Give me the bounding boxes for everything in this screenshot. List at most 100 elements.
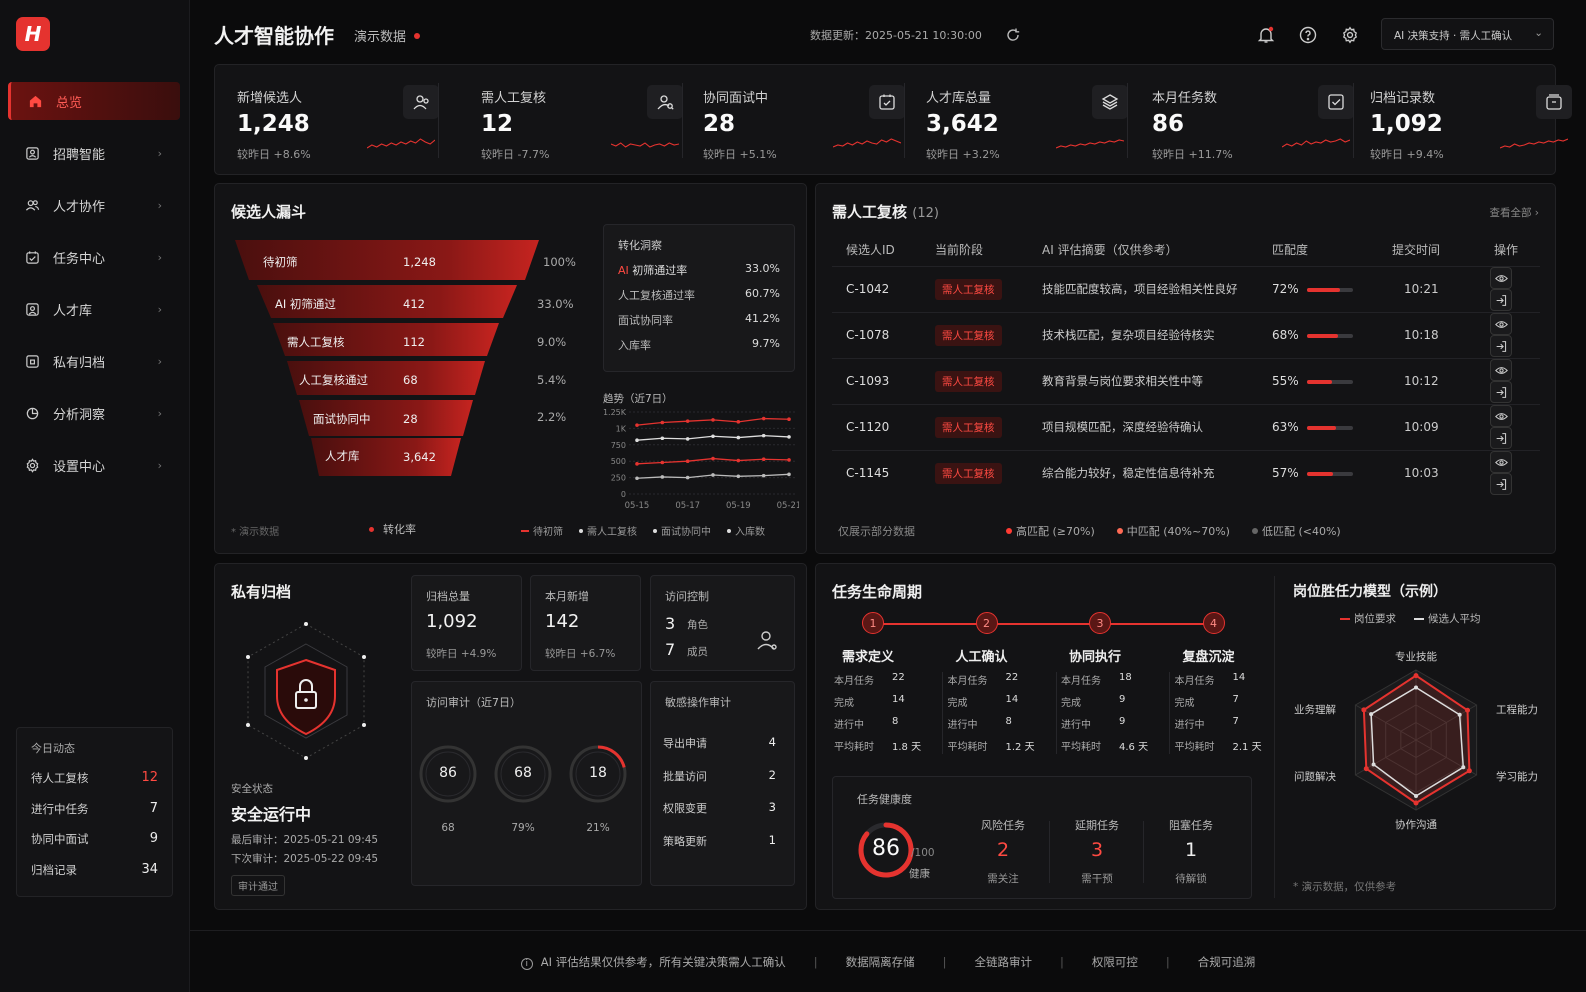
data-point bbox=[736, 458, 741, 463]
metric-label: 风险任务 bbox=[981, 819, 1025, 832]
eye-icon[interactable] bbox=[1490, 313, 1512, 335]
sensitive-op-label: 批量访问 bbox=[663, 769, 707, 783]
stage-stat-value: 9 bbox=[1119, 716, 1126, 727]
stage-stat-value: 2.1 天 bbox=[1232, 742, 1262, 753]
stage-stat-value: 14 bbox=[1005, 694, 1019, 705]
help-icon[interactable] bbox=[1297, 24, 1319, 46]
today-row-label: 待人工复核 bbox=[31, 771, 89, 785]
table-row[interactable]: C-1145 需人工复核 综合能力较好，稳定性信息待补充 57% 10:03 bbox=[832, 449, 1540, 496]
user-search-icon bbox=[647, 85, 683, 119]
kpi-change: 较昨日 +11.7% bbox=[1152, 148, 1233, 161]
kpi-card[interactable]: 本月任务数 86 较昨日 +11.7% bbox=[1130, 65, 1354, 176]
chevron-right-icon: › bbox=[157, 459, 162, 472]
access-control-card[interactable]: 访问控制 3 角色 7 成员 bbox=[650, 575, 795, 671]
column-header: 提交时间 bbox=[1392, 243, 1441, 258]
kpi-value: 28 bbox=[703, 111, 736, 137]
eye-icon[interactable] bbox=[1490, 359, 1512, 381]
sidebar-item-tasks[interactable]: 任务中心 › bbox=[8, 238, 180, 276]
actions-cell bbox=[1480, 311, 1540, 358]
sidebar-item-label: 总览 bbox=[56, 95, 83, 111]
archive-total-card: 归档总量 1,092 较昨日 +4.9% bbox=[411, 575, 522, 671]
kpi-card[interactable]: 需人工复核 12 较昨日 -7.7% bbox=[459, 65, 683, 176]
login-arrow-icon[interactable] bbox=[1490, 427, 1512, 449]
sidebar-item-talent-pool[interactable]: 人才库 › bbox=[8, 290, 180, 328]
candidate-id: C-1120 bbox=[832, 403, 935, 450]
table-row[interactable]: C-1078 需人工复核 技术栈匹配，复杂项目经验待核实 68% 10:18 bbox=[832, 311, 1540, 358]
sidebar-item-archive[interactable]: 私有归档 › bbox=[8, 342, 180, 380]
match-value: 57% bbox=[1272, 466, 1299, 481]
match-value: 63% bbox=[1272, 420, 1299, 434]
user-icon bbox=[757, 631, 777, 650]
actions-cell bbox=[1480, 403, 1540, 450]
data-point bbox=[711, 418, 715, 422]
refresh-icon[interactable] bbox=[1002, 24, 1024, 46]
chevron-right-icon: › bbox=[157, 147, 162, 160]
legend-swatch bbox=[521, 529, 529, 532]
today-row[interactable]: 归档记录 34 bbox=[31, 862, 158, 893]
mode-select[interactable]: AI 决策支持 · 需人工确认 ⌄ bbox=[1381, 18, 1554, 50]
stage-badge: 需人工复核 bbox=[935, 324, 1002, 346]
kpi-label: 本月任务数 bbox=[1152, 91, 1218, 106]
app-logo[interactable]: H bbox=[16, 17, 50, 51]
stage-stat-label: 本月任务 bbox=[947, 676, 988, 687]
funnel-stage-value: 112 bbox=[403, 335, 425, 349]
submit-time: 10:18 bbox=[1380, 311, 1480, 358]
today-row[interactable]: 待人工复核 12 bbox=[31, 770, 158, 801]
sidebar-item-talent-collab[interactable]: 人才协作 › bbox=[8, 186, 180, 224]
stage-stat-label: 完成 bbox=[947, 698, 968, 709]
lifecycle-panel: 任务生命周期 1 需求定义 本月任务 22 完成 14 进行中 8 平均耗时 1.8 天 2 人工确认… bbox=[815, 563, 1556, 910]
eye-icon[interactable] bbox=[1490, 405, 1512, 427]
stage-stat-value: 7 bbox=[1232, 716, 1239, 727]
sidebar-item-settings[interactable]: 设置中心 › bbox=[8, 446, 180, 484]
funnel-stage-pct: 2.2% bbox=[537, 410, 567, 424]
settings-gear-icon[interactable] bbox=[1339, 24, 1361, 46]
legend-label: 待初筛 bbox=[533, 527, 563, 538]
stage-divider bbox=[1055, 672, 1057, 754]
members-label: 成员 bbox=[687, 646, 708, 658]
kpi-label: 人才库总量 bbox=[926, 91, 992, 106]
archive-title: 私有归档 bbox=[231, 583, 292, 601]
today-row-value: 12 bbox=[141, 770, 158, 785]
login-arrow-icon[interactable] bbox=[1490, 473, 1512, 496]
stage-divider bbox=[942, 672, 943, 754]
stage-stat-value: 14 bbox=[1232, 672, 1246, 683]
sensitive-op-label: 权限变更 bbox=[663, 802, 707, 815]
today-row[interactable]: 进行中任务 7 bbox=[31, 801, 158, 832]
rate-legend-label: 转化率 bbox=[383, 523, 416, 536]
bell-icon[interactable] bbox=[1255, 24, 1277, 46]
submit-time: 10:21 bbox=[1380, 265, 1480, 312]
stage-stat-label: 本月任务 bbox=[1174, 676, 1215, 687]
login-arrow-icon[interactable] bbox=[1490, 335, 1512, 357]
kpi-sparkline bbox=[833, 138, 901, 148]
kpi-card[interactable]: 协同面试中 28 较昨日 +5.1% bbox=[681, 65, 905, 176]
eye-icon[interactable] bbox=[1490, 267, 1512, 289]
kpi-card[interactable]: 归档记录数 1,092 较昨日 +9.4% bbox=[1348, 65, 1572, 176]
security-shield-graphic bbox=[246, 622, 366, 760]
metric-value: 2 bbox=[996, 839, 1010, 861]
sidebar-item-overview[interactable]: 总览 bbox=[8, 82, 180, 120]
sidebar-item-insights[interactable]: 分析洞察 › bbox=[8, 394, 180, 432]
table-row[interactable]: C-1093 需人工复核 教育背景与岗位要求相关性中等 55% 10:12 bbox=[832, 357, 1540, 404]
today-row[interactable]: 协同中面试 9 bbox=[31, 831, 158, 862]
view-all-link[interactable]: 查看全部 › bbox=[1489, 205, 1539, 220]
stage-stat-label: 平均耗时 bbox=[834, 742, 874, 753]
ai-summary: 项目规模匹配，深度经验待确认 bbox=[1042, 403, 1272, 450]
eye-icon[interactable] bbox=[1490, 451, 1512, 474]
data-point bbox=[787, 435, 791, 439]
rate-legend: 转化率 bbox=[369, 521, 416, 537]
kpi-change: 较昨日 +3.2% bbox=[926, 148, 1000, 161]
kpi-card[interactable]: 新增候选人 1,248 较昨日 +8.6% bbox=[215, 65, 439, 176]
stage-name: 协同执行 bbox=[1069, 650, 1122, 665]
table-row[interactable]: C-1120 需人工复核 项目规模匹配，深度经验待确认 63% 10:09 bbox=[832, 403, 1540, 450]
match-bar bbox=[1306, 379, 1353, 384]
sensitive-op-value: 4 bbox=[768, 735, 776, 749]
table-row[interactable]: C-1042 需人工复核 技能匹配度较高，项目经验相关性良好 72% 10:21 bbox=[832, 265, 1540, 312]
kpi-card[interactable]: 人才库总量 3,642 较昨日 +3.2% bbox=[904, 65, 1128, 176]
login-arrow-icon[interactable] bbox=[1490, 289, 1512, 311]
footer-item: 合规可追溯 bbox=[1197, 954, 1256, 969]
stage-cell: 需人工复核 bbox=[935, 449, 1042, 496]
card-sub: 较昨日 +6.7% bbox=[545, 648, 616, 660]
login-arrow-icon[interactable] bbox=[1490, 381, 1512, 403]
match-bar bbox=[1306, 287, 1353, 292]
sidebar-item-recruiting[interactable]: 招聘智能 › bbox=[8, 134, 180, 172]
